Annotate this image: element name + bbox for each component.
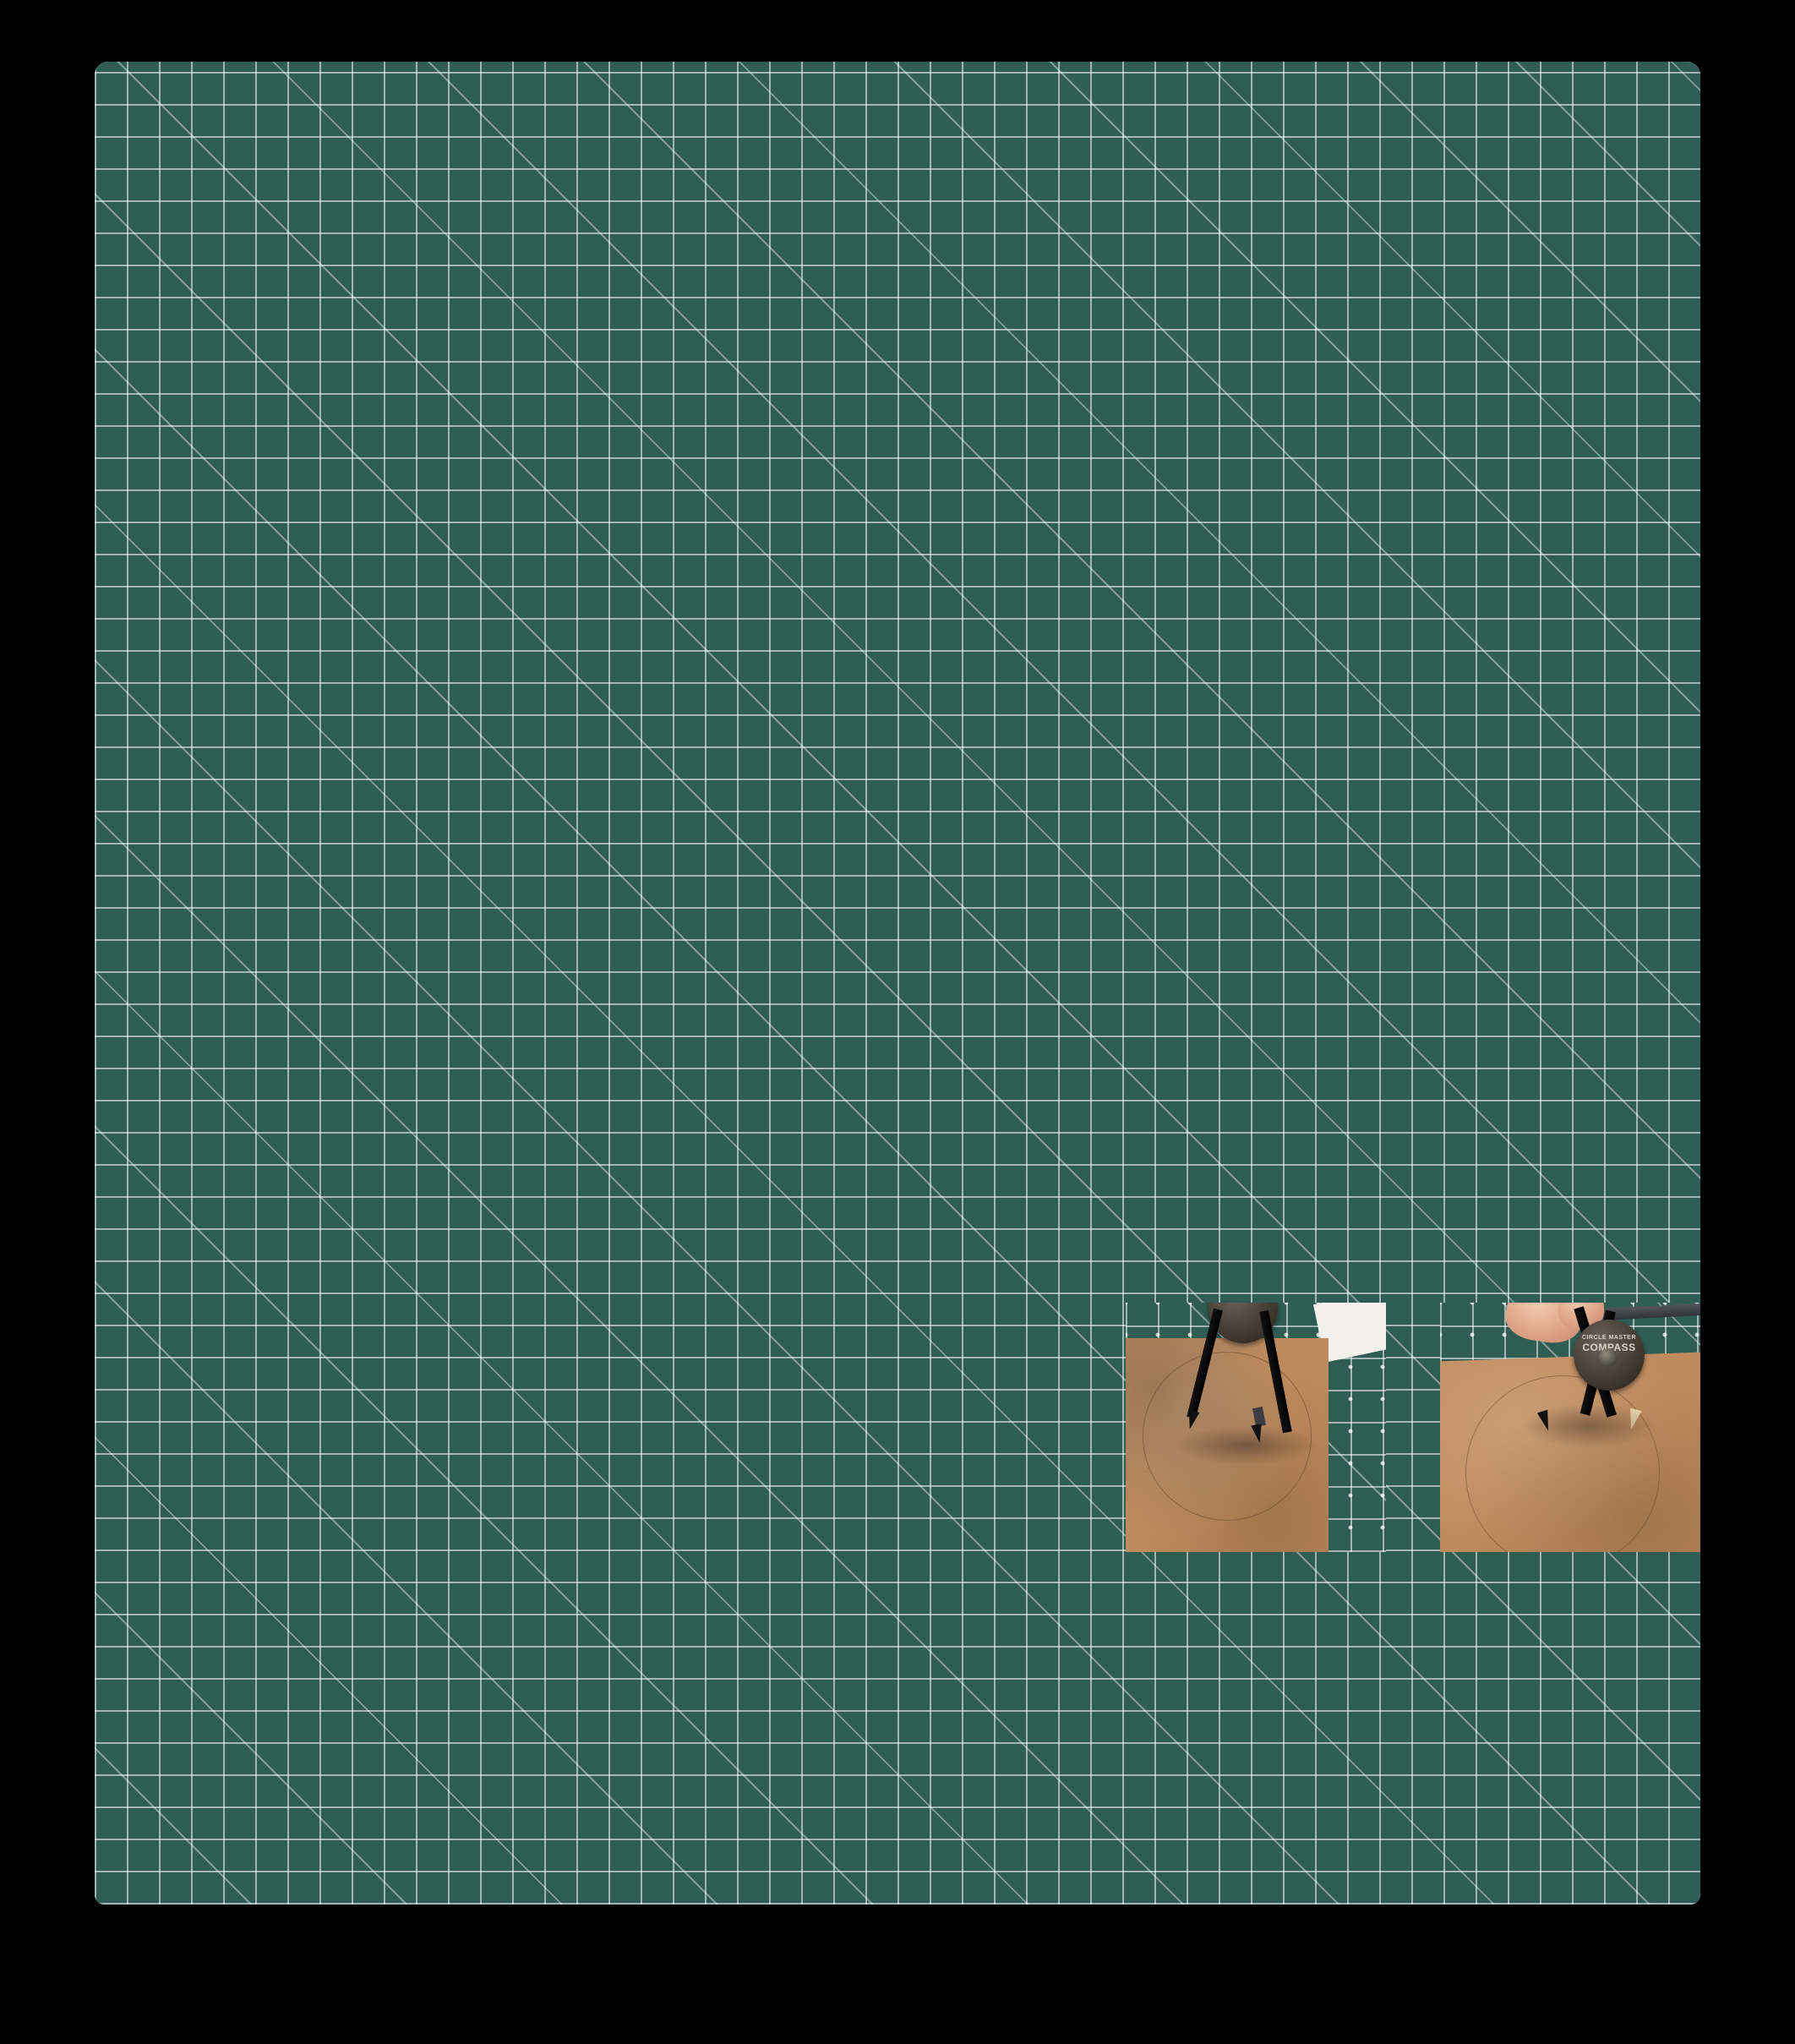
gallery-grid: Process 1 Dieter xyxy=(95,62,1700,1905)
compass-brand-text-2: CIRCLE MASTER xyxy=(1581,1334,1637,1341)
content-column: Woven Weaving the Future Fall 2020 We've… xyxy=(95,62,1700,1905)
gallery-thumbnail-10[interactable]: CIRCLE MASTER COMPASS xyxy=(1440,1302,1700,1552)
web-page-content: Woven Weaving the Future Fall 2020 We've… xyxy=(95,62,1700,1905)
gallery-thumbnail-9[interactable] xyxy=(1126,1302,1386,1552)
gallery-section: Gallery xyxy=(95,62,1700,1905)
desktop-backdrop: weaving.netlify.app xyxy=(0,0,1795,2044)
gallery-item[interactable]: Process 9 Dieter xyxy=(95,62,1700,1905)
safari-browser-window: weaving.netlify.app xyxy=(95,62,1700,1905)
